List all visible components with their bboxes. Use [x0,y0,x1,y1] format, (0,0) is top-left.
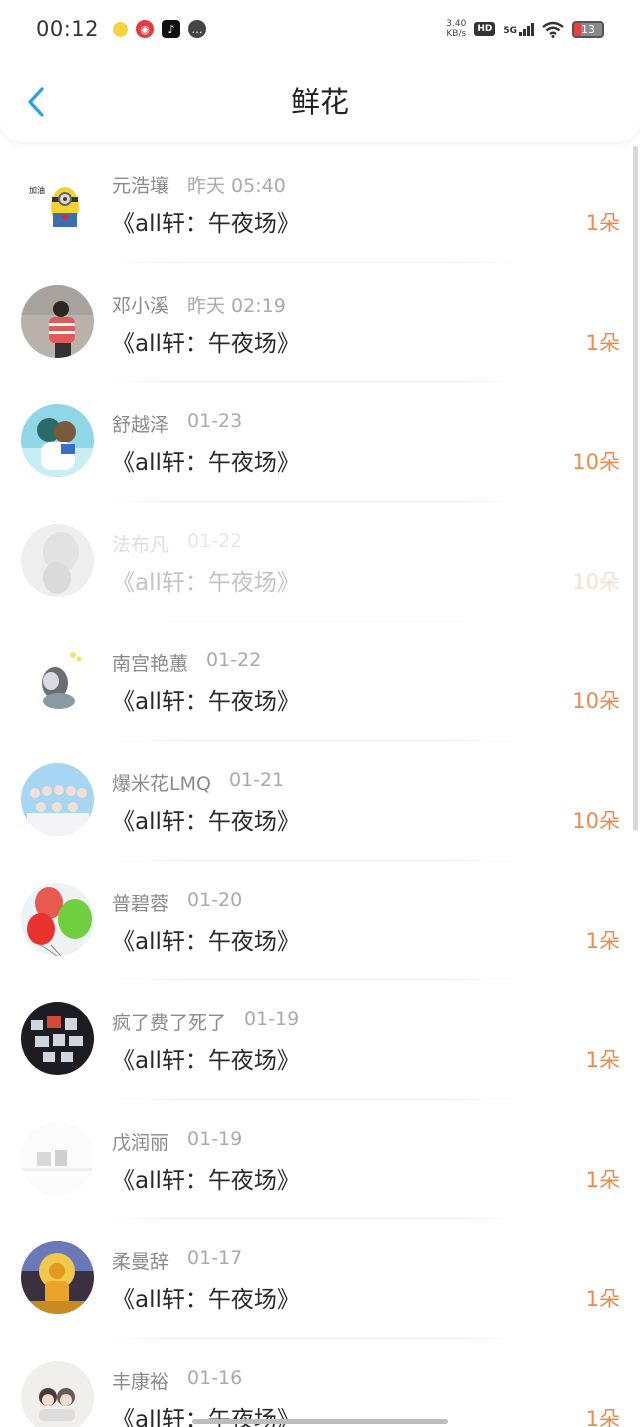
flower-count: 10朵 [572,450,620,475]
list-item[interactable]: 舒越泽 01-23 《all轩：午夜场》 10朵 [0,382,640,502]
user-name[interactable]: 疯了费了死了 [112,1008,226,1035]
home-indicator[interactable] [192,1419,448,1424]
user-name[interactable]: 法布凡 [112,530,169,557]
list-item[interactable]: 爆米花LMQ 01-21 《all轩：午夜场》 10朵 [0,741,640,861]
timestamp: 01-17 [187,1247,243,1270]
flower-count: 1朵 [585,211,620,235]
timestamp: 01-19 [244,1008,300,1031]
work-title[interactable]: 《all轩：午夜场》 [112,204,300,238]
work-title[interactable]: 《all轩：午夜场》 [112,1161,300,1195]
list-item[interactable]: 法布凡 01-22 《all轩：午夜场》 10朵 [0,502,640,622]
cartoon-couple-avatar[interactable] [21,1360,94,1427]
status-indicators: 3.40 KB/s HD 5G 13 [446,19,604,39]
flower-count: 1朵 [585,330,620,355]
flower-count: 1朵 [585,1406,620,1427]
user-name[interactable]: 元浩壤 [112,171,169,198]
svg-text:加油: 加油 [29,185,45,195]
anime-couple-avatar[interactable] [21,404,94,478]
timestamp: 01-16 [187,1366,243,1389]
flower-count: 10朵 [572,808,620,833]
timestamp: 昨天 05:40 [187,175,286,197]
status-bar: 00:12 ◉ ♪ … 3.40 KB/s HD 5G 13 [0,0,640,58]
minion-avatar[interactable]: 加油 [21,165,94,238]
user-name[interactable]: 爆米花LMQ [112,769,211,796]
flower-count: 10朵 [572,689,620,714]
work-title[interactable]: 《all轩：午夜场》 [112,1041,300,1075]
page-title: 鲜花 [290,85,349,119]
hd-icon: HD [474,22,496,36]
person-avatar[interactable] [21,284,94,358]
flower-figure-avatar[interactable] [21,643,94,717]
buddha-avatar[interactable] [21,1241,94,1315]
photo-wall-avatar[interactable] [21,1002,94,1076]
scrollbar[interactable] [633,146,638,831]
timestamp: 昨天 02:19 [187,294,286,317]
message-icon: … [188,20,207,38]
list-item[interactable]: 戊润丽 01-19 《all轩：午夜场》 1朵 [0,1100,640,1220]
user-name[interactable]: 戊润丽 [112,1128,169,1155]
wifi-icon [542,21,564,38]
timestamp: 01-22 [187,529,243,552]
user-name[interactable]: 南宫艳蕙 [112,649,188,676]
list-item[interactable]: 丰康裕 01-16 《all轩：午夜场》 1朵 [0,1339,640,1427]
group-photo-avatar[interactable] [21,762,94,836]
flower-count: 10朵 [572,569,620,594]
sketch-avatar[interactable] [21,523,94,597]
flower-count: 1朵 [585,1048,620,1073]
net-speed: 3.40 KB/s [446,19,467,39]
list-item[interactable]: 疯了费了死了 01-19 《all轩：午夜场》 1朵 [0,980,640,1100]
user-name[interactable]: 柔曼辞 [112,1247,169,1274]
timestamp: 01-23 [187,410,243,433]
chevron-left-icon [28,87,44,117]
list-item[interactable]: 邓小溪 昨天 02:19 《all轩：午夜场》 1朵 [0,263,640,383]
flower-list: 加油 元浩壤 昨天 05:40 《all轩：午夜场》 1朵 邓小溪 昨天 02:… [0,143,640,1427]
work-title[interactable]: 《all轩：午夜场》 [112,922,300,956]
weibo-icon: ◉ [136,20,155,38]
status-time: 00:12 [36,17,100,41]
user-name[interactable]: 邓小溪 [112,291,169,318]
work-title[interactable]: 《all轩：午夜场》 [112,324,300,358]
app-notification-icon [113,21,129,37]
user-name[interactable]: 舒越泽 [112,410,169,437]
timestamp: 01-19 [187,1127,243,1150]
battery-icon: 13 [572,20,604,38]
work-title[interactable]: 《all轩：午夜场》 [112,563,300,597]
work-title[interactable]: 《all轩：午夜场》 [112,802,300,836]
list-item[interactable]: 普碧蓉 01-20 《all轩：午夜场》 1朵 [0,861,640,981]
flower-count: 1朵 [585,928,620,953]
flower-count: 1朵 [585,1287,620,1312]
list-item[interactable]: 柔曼辞 01-17 《all轩：午夜场》 1朵 [0,1219,640,1339]
tiktok-icon: ♪ [162,20,181,38]
notification-icons: ◉ ♪ … [113,20,207,38]
list-item[interactable]: 南宫艳蕙 01-22 《all轩：午夜场》 10朵 [0,621,640,741]
timestamp: 01-20 [187,888,243,911]
timestamp: 01-22 [206,649,262,672]
work-title[interactable]: 《all轩：午夜场》 [112,1280,300,1314]
list-item[interactable]: 加油 元浩壤 昨天 05:40 《all轩：午夜场》 1朵 [0,143,640,263]
work-title[interactable]: 《all轩：午夜场》 [112,443,300,477]
signal-icon: 5G [503,22,534,36]
flower-count: 1朵 [585,1167,620,1192]
nav-bar: 鲜花 [0,58,640,142]
back-button[interactable] [18,82,54,122]
user-name[interactable]: 普碧蓉 [112,889,169,916]
balloons-avatar[interactable] [21,882,94,956]
blank-avatar[interactable] [21,1121,94,1195]
timestamp: 01-21 [228,768,285,791]
work-title[interactable]: 《all轩：午夜场》 [112,682,300,716]
user-name[interactable]: 丰康裕 [112,1367,169,1394]
